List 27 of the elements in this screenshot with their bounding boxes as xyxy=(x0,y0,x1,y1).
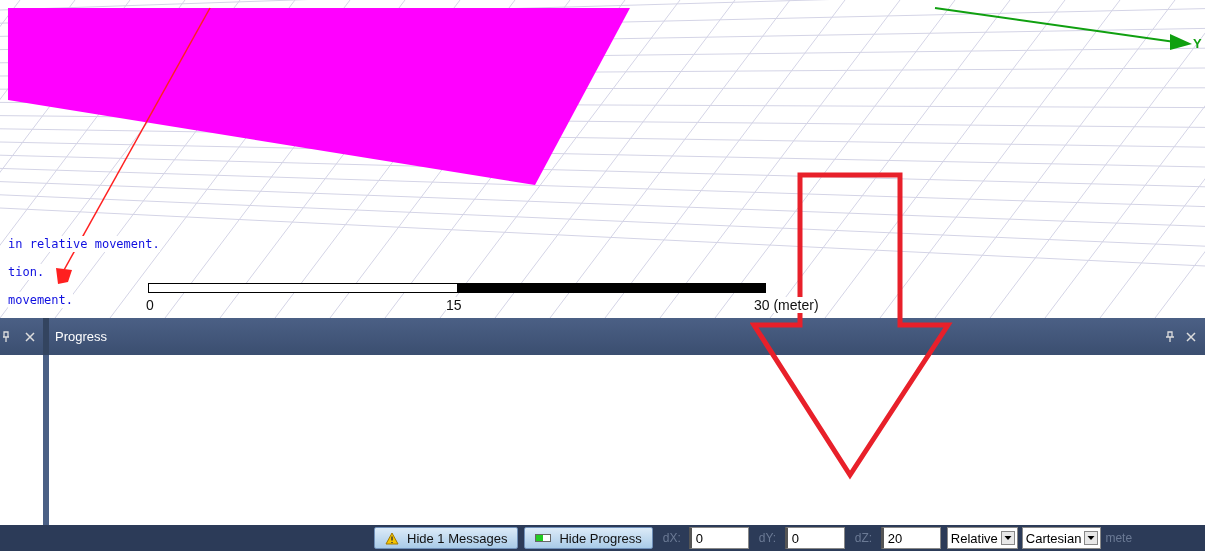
coordinate-label: dY: xyxy=(758,531,778,545)
pin-icon[interactable] xyxy=(3,330,9,343)
axis-label: Y xyxy=(1193,36,1202,51)
coordinate-input[interactable]: 20 xyxy=(880,527,941,549)
coordinate-input[interactable]: 0 xyxy=(784,527,845,549)
pin-icon[interactable] xyxy=(1166,330,1174,343)
toggle-button[interactable]: Hide Progress xyxy=(524,527,653,549)
dropdown[interactable]: Cartesian xyxy=(1021,527,1102,549)
coordinate-label: dX: xyxy=(662,531,682,545)
warning-icon xyxy=(385,531,399,545)
panel-title: Progress xyxy=(55,329,109,344)
caret-icon xyxy=(1084,531,1099,545)
scale-label: 15 xyxy=(446,297,462,313)
dropdown[interactable]: Relative xyxy=(946,527,1018,549)
scale-label: 0 xyxy=(146,297,154,313)
close-icon[interactable] xyxy=(1186,331,1196,342)
console-text: movement. xyxy=(8,292,74,308)
scale-label: 30 (meter) xyxy=(754,297,819,313)
console-text: tion. xyxy=(8,264,45,280)
coordinate-label: dZ: xyxy=(854,531,874,545)
caret-icon xyxy=(1000,531,1015,545)
close-icon[interactable] xyxy=(25,331,35,342)
console-text: in relative movement. xyxy=(8,236,160,252)
coordinate-input[interactable]: 0 xyxy=(688,527,749,549)
units-label: mete xyxy=(1105,531,1133,545)
progress-bar-icon xyxy=(535,534,552,542)
toggle-button[interactable]: Hide 1 Messages xyxy=(374,527,519,549)
